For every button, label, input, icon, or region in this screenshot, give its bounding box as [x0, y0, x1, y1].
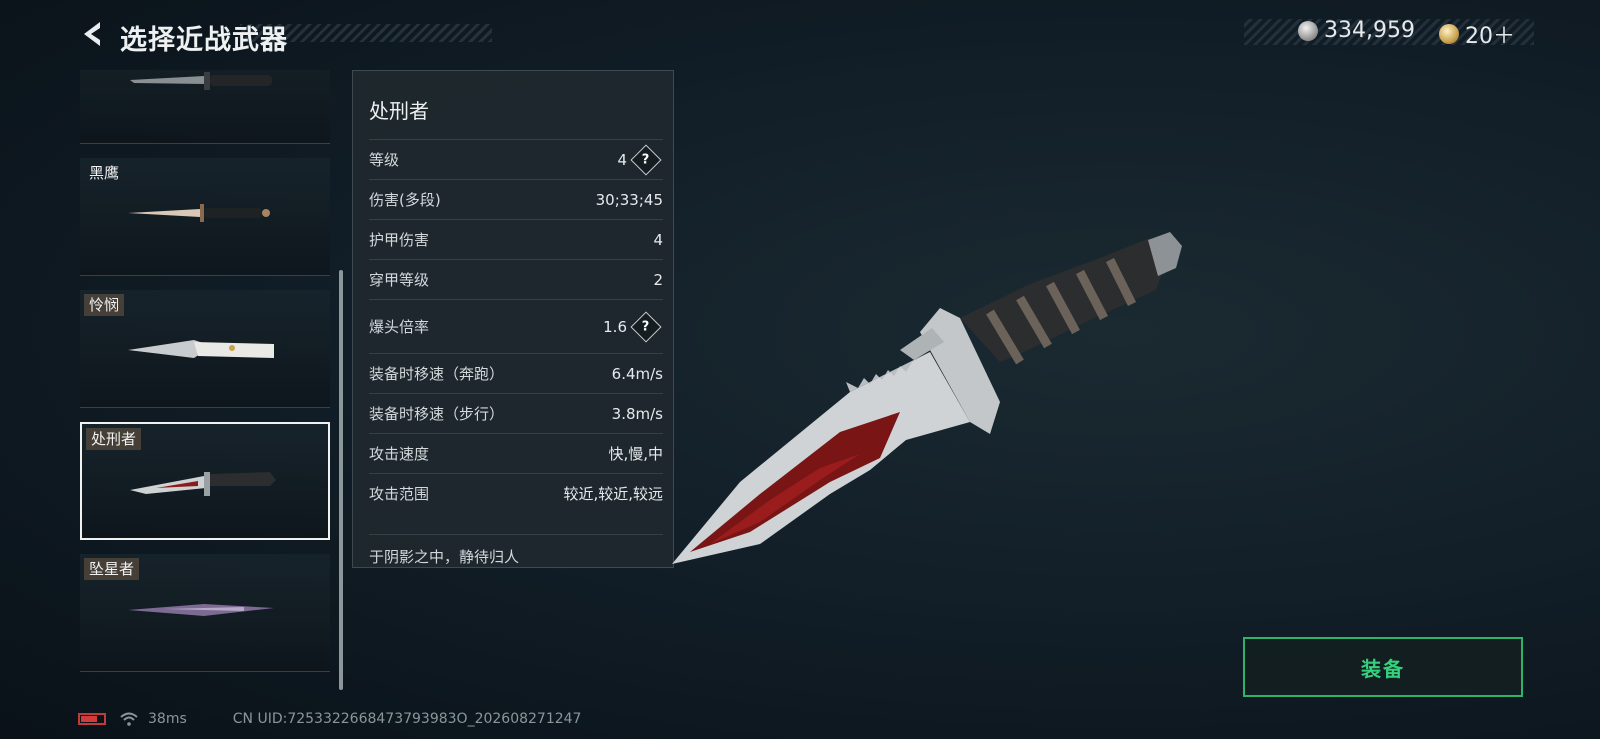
stat-value-text: 1.6 — [603, 317, 627, 336]
stat-value: 4 — [653, 230, 663, 249]
stat-row-walk-speed: 装备时移速（步行） 3.8m/s — [369, 393, 663, 433]
stat-row-damage: 伤害(多段) 30;33;45 — [369, 179, 663, 219]
stat-value: 3.8m/s — [611, 404, 663, 423]
stat-value-text: 4 — [617, 150, 627, 169]
weapon-name: 处刑者 — [369, 99, 429, 123]
weapon-card-name: 坠星者 — [84, 558, 140, 580]
stat-value: 快,慢,中 — [608, 445, 663, 463]
knife-thumbnail-icon — [130, 472, 276, 496]
weapon-card[interactable]: 坠星者 — [80, 554, 330, 672]
knife-thumbnail-icon — [128, 340, 274, 358]
currency-gold-value: 20＋ — [1465, 24, 1515, 49]
stat-row-level: 等级 4 ? — [369, 139, 663, 179]
stat-label: 攻击范围 — [369, 485, 430, 503]
weapon-card[interactable]: 怜悯 — [80, 290, 330, 408]
equip-button[interactable]: 装备 — [1243, 637, 1523, 697]
status-bar: 38ms CN UID:7253322668473793983О_2026082… — [78, 709, 581, 729]
stat-row-headshot: 爆头倍率 1.6 ? — [369, 299, 663, 353]
gold-coin-icon — [1439, 24, 1459, 44]
stat-value: 6.4m/s — [611, 364, 663, 383]
stat-label: 攻击速度 — [369, 445, 430, 463]
weapon-card-name: 黑鹰 — [89, 164, 120, 182]
stat-value: 较近,较近,较远 — [563, 485, 663, 503]
top-bar: 选择近战武器 334,959 20＋ — [0, 0, 1600, 68]
weapon-stats-panel: 处刑者 等级 4 ? 伤害(多段) 30;33;45 护甲伤害 4 穿甲等级 2… — [352, 70, 674, 568]
knife-thumbnail-icon — [130, 72, 272, 90]
stat-value: 30;33;45 — [595, 190, 663, 209]
stat-value: 1.6 ? — [603, 310, 663, 343]
stat-row-attack-range: 攻击范围 较近,较近,较远 — [369, 473, 663, 513]
stat-row-attack-speed: 攻击速度 快,慢,中 — [369, 433, 663, 473]
weapon-list[interactable]: 黑鹰 怜悯 处刑者 坠星者 — [80, 70, 330, 684]
currency-gold[interactable]: 20＋ — [1439, 18, 1515, 50]
stat-label: 伤害(多段) — [369, 191, 441, 209]
stat-label: 装备时移速（奔跑） — [369, 365, 505, 383]
weapon-card-name: 怜悯 — [84, 294, 125, 316]
stat-row-penetration: 穿甲等级 2 — [369, 259, 663, 299]
stat-label: 爆头倍率 — [369, 318, 430, 336]
knife-thumbnail-icon — [128, 204, 270, 222]
stat-value: 2 — [653, 270, 663, 289]
silver-coin-icon — [1298, 20, 1318, 41]
currency-silver[interactable]: 334,959 — [1298, 18, 1415, 43]
page-title: 选择近战武器 — [120, 25, 288, 56]
weapon-card-selected[interactable]: 处刑者 — [80, 422, 330, 540]
weapon-card-name: 处刑者 — [86, 428, 142, 450]
weapon-list-scrollbar[interactable] — [339, 270, 343, 690]
stat-value: 4 ? — [617, 143, 663, 176]
wifi-icon — [120, 712, 138, 726]
help-icon[interactable]: ? — [630, 143, 662, 176]
knife-thumbnail-icon — [128, 604, 274, 616]
weapon-flavor-text: 于阴影之中，静待归人 — [369, 534, 663, 567]
stat-label: 等级 — [369, 151, 400, 169]
stat-row-armor-damage: 护甲伤害 4 — [369, 219, 663, 259]
uid-text: CN UID:7253322668473793983О_202608271247 — [232, 711, 582, 727]
back-button[interactable] — [76, 18, 108, 50]
knife-preview-icon[interactable] — [670, 232, 1200, 578]
stat-label: 护甲伤害 — [369, 231, 430, 249]
stat-row-run-speed: 装备时移速（奔跑） 6.4m/s — [369, 353, 663, 393]
equip-button-label: 装备 — [1361, 656, 1405, 681]
title-area: 选择近战武器 — [120, 16, 492, 56]
battery-icon — [78, 713, 106, 725]
weapon-card[interactable] — [80, 70, 330, 144]
weapon-card[interactable]: 黑鹰 — [80, 158, 330, 276]
stat-label: 装备时移速（步行） — [369, 405, 505, 423]
stat-label: 穿甲等级 — [369, 271, 430, 289]
currency-silver-value: 334,959 — [1324, 18, 1415, 43]
help-icon[interactable]: ? — [630, 310, 662, 343]
ping-value: 38ms — [148, 711, 187, 727]
chevron-left-icon — [84, 22, 100, 46]
